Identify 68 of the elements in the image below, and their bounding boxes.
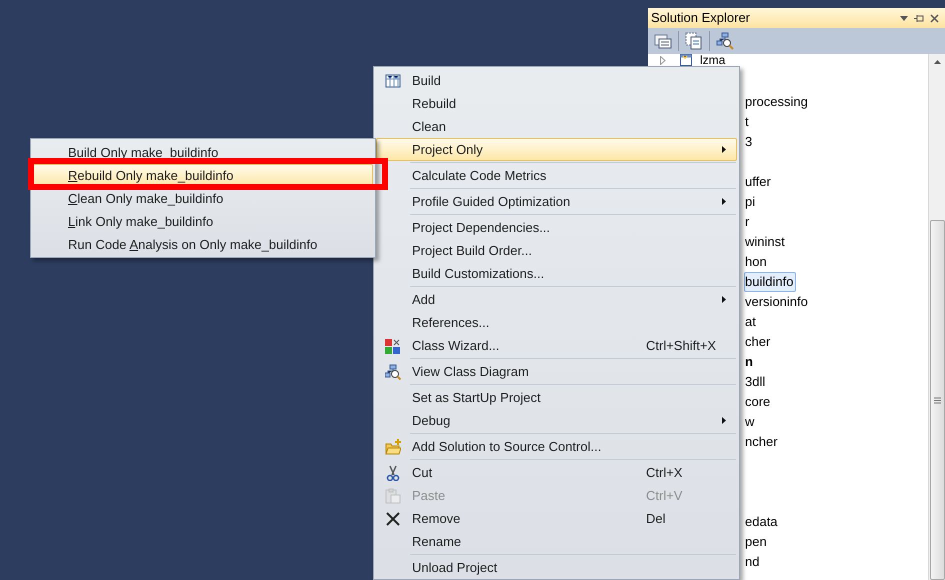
menu-item[interactable]: Add — [376, 288, 737, 311]
tree-item[interactable]: t — [744, 112, 752, 132]
close-icon — [385, 510, 401, 526]
menu-item: Paste Ctrl+V — [376, 484, 737, 507]
tree-item[interactable]: 3 — [744, 132, 756, 152]
menu-item[interactable]: Run Code Analysis on Only make_buildinfo — [33, 233, 373, 256]
submenu-arrow-icon — [722, 198, 726, 205]
menu-item[interactable]: Add Solution to Source Control... — [376, 435, 737, 458]
menu-item[interactable]: Link Only make_buildinfo — [33, 210, 373, 233]
folder-plus-icon — [385, 438, 401, 454]
tree-item[interactable]: at — [744, 312, 759, 332]
submenu-arrow-icon — [722, 296, 726, 303]
menu-item[interactable]: Unload Project — [376, 556, 737, 579]
diagram-search-icon[interactable] — [716, 32, 734, 50]
tree-item[interactable]: edata — [744, 512, 781, 532]
tree-item[interactable]: processing — [744, 92, 811, 112]
pin-icon[interactable] — [914, 14, 924, 22]
menu-item[interactable]: Project Build Order... — [376, 239, 737, 262]
close-icon[interactable] — [930, 14, 939, 22]
tree-item[interactable]: r — [744, 212, 752, 232]
tree-item[interactable]: pi — [744, 192, 758, 212]
menu-item[interactable]: Remove Del — [376, 507, 737, 530]
menu-item[interactable]: Class Wizard... Ctrl+Shift+X — [376, 334, 737, 357]
tree-item[interactable]: w — [744, 412, 758, 432]
tree-item[interactable]: versioninfo — [744, 292, 811, 312]
tree-item[interactable]: core — [744, 392, 774, 412]
letter-tiles-icon — [385, 338, 401, 354]
menu-item[interactable]: Build — [376, 69, 737, 92]
menu-item[interactable]: Rename — [376, 530, 737, 553]
tree-item[interactable]: buildinfo — [744, 272, 796, 292]
menu-item[interactable]: Profile Guided Optimization — [376, 190, 737, 213]
scroll-up-icon[interactable] — [934, 60, 940, 64]
menu-item[interactable]: Clean Only make_buildinfo — [33, 187, 373, 210]
menu-item[interactable]: Debug — [376, 409, 737, 432]
tree-item[interactable]: pen — [744, 532, 770, 552]
menu-item[interactable]: Build Customizations... — [376, 262, 737, 285]
panel-title: Solution Explorer — [651, 9, 750, 28]
menu-item[interactable]: Rebuild — [376, 92, 737, 115]
properties-icon[interactable] — [654, 33, 672, 49]
tree-item[interactable]: uffer — [744, 172, 774, 192]
tree-item[interactable]: ncher — [744, 432, 781, 452]
build-grid-icon — [385, 72, 401, 88]
menu-item[interactable]: References... — [376, 311, 737, 334]
grip-icon — [934, 396, 940, 404]
menu-item[interactable]: Cut Ctrl+X — [376, 461, 737, 484]
expander-icon[interactable] — [660, 56, 666, 64]
menu-item[interactable]: Clean — [376, 115, 737, 138]
tree-item[interactable]: nd — [744, 552, 762, 572]
scissors-icon — [385, 464, 401, 480]
tree-item[interactable]: lzma — [700, 54, 726, 66]
scrollbar-thumb[interactable] — [930, 220, 944, 580]
submenu-arrow-icon — [722, 417, 726, 424]
tree-item[interactable]: n — [744, 352, 756, 372]
tree-item[interactable]: hon — [744, 252, 770, 272]
tree-item[interactable]: 3dll — [744, 372, 768, 392]
dropdown-icon[interactable] — [900, 16, 908, 20]
menu-item[interactable]: Set as StartUp Project — [376, 386, 737, 409]
scrollbar[interactable] — [928, 54, 945, 580]
submenu-arrow-icon — [722, 146, 726, 153]
diagram-search-icon — [385, 364, 401, 380]
menu-item[interactable]: Project Only — [376, 138, 737, 161]
clipboard-icon — [385, 488, 401, 504]
menu-item[interactable]: View Class Diagram — [376, 360, 737, 383]
files-icon[interactable] — [685, 32, 703, 50]
tree-item[interactable]: cher — [744, 332, 774, 352]
tree-item[interactable]: wininst — [744, 232, 788, 252]
project-icon — [680, 54, 692, 66]
menu-item[interactable]: Project Dependencies... — [376, 216, 737, 239]
